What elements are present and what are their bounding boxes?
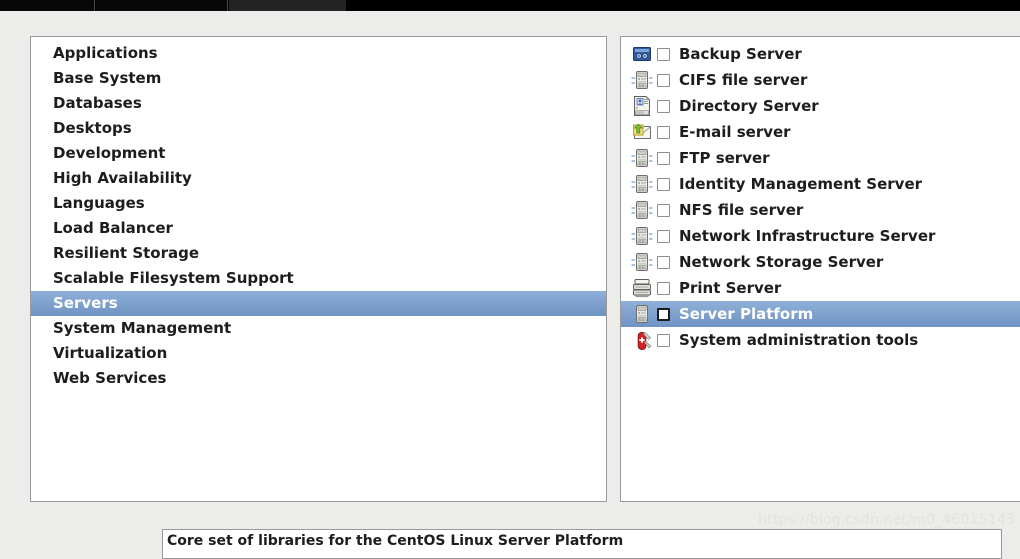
- watermark: https://blog.csdn.net/m0_46015143: [758, 512, 1016, 528]
- environment-list-item[interactable]: Languages: [31, 191, 606, 216]
- environment-list-item[interactable]: Scalable Filesystem Support: [31, 266, 606, 291]
- swiss-knife-icon: [631, 329, 653, 351]
- addon-item-label: Identity Management Server: [679, 175, 923, 193]
- addon-checkbox[interactable]: [657, 125, 670, 139]
- environment-item-label: Databases: [53, 94, 142, 112]
- environment-item-label: High Availability: [53, 169, 192, 187]
- environment-item-label: Load Balancer: [53, 219, 173, 237]
- addon-checkbox[interactable]: [657, 281, 670, 295]
- environment-item-label: System Management: [53, 319, 232, 337]
- envelope-arrow-icon: [631, 121, 653, 143]
- titlebar-segment-3: [229, 0, 346, 11]
- environment-list-item[interactable]: Desktops: [31, 116, 606, 141]
- addon-list-item[interactable]: Print Server: [621, 275, 1020, 301]
- environment-list-item[interactable]: Web Services: [31, 366, 606, 391]
- environment-list-item[interactable]: Databases: [31, 91, 606, 116]
- addon-item-label: Directory Server: [679, 97, 819, 115]
- addon-checkbox[interactable]: [657, 73, 670, 87]
- addon-item-label: NFS file server: [679, 201, 804, 219]
- addon-item-label: Server Platform: [679, 305, 814, 323]
- environment-list-item[interactable]: System Management: [31, 316, 606, 341]
- printer-icon: [631, 277, 653, 299]
- addon-item-label: Network Infrastructure Server: [679, 227, 936, 245]
- environment-item-label: Desktops: [53, 119, 132, 137]
- addon-list-item[interactable]: Backup Server: [621, 41, 1020, 67]
- addon-checkbox[interactable]: [657, 151, 670, 165]
- server-tower-icon: [631, 199, 653, 221]
- window-title-bar: [0, 0, 1020, 11]
- server-tower-icon: [631, 303, 653, 325]
- server-tower-icon: [631, 147, 653, 169]
- environment-list-item[interactable]: Servers: [31, 291, 606, 316]
- environment-list-item[interactable]: High Availability: [31, 166, 606, 191]
- description-text: Core set of libraries for the CentOS Lin…: [167, 533, 624, 549]
- addon-item-label: E-mail server: [679, 123, 791, 141]
- addon-checkbox[interactable]: [657, 333, 670, 347]
- description-box: Core set of libraries for the CentOS Lin…: [162, 529, 1002, 559]
- environment-list-item[interactable]: Applications: [31, 41, 606, 66]
- server-tower-icon: [631, 173, 653, 195]
- addon-item-label: FTP server: [679, 149, 770, 167]
- environment-panel: Applications Base System Databases Desktops…: [30, 36, 607, 502]
- environment-item-label: Development: [53, 144, 166, 162]
- addon-checkbox[interactable]: [657, 177, 670, 191]
- addon-item-label: Print Server: [679, 279, 782, 297]
- addon-checkbox[interactable]: [657, 307, 670, 321]
- environment-item-label: Servers: [53, 294, 118, 312]
- environment-list-item[interactable]: Development: [31, 141, 606, 166]
- titlebar-segment-4: [346, 0, 1020, 11]
- address-card-icon: [631, 95, 653, 117]
- environment-item-label: Scalable Filesystem Support: [53, 269, 294, 287]
- server-tower-icon: [631, 69, 653, 91]
- environment-list-item[interactable]: Load Balancer: [31, 216, 606, 241]
- server-tower-icon: [631, 251, 653, 273]
- server-tower-icon: [631, 225, 653, 247]
- titlebar-segment-2: [96, 0, 228, 11]
- addon-checkbox[interactable]: [657, 47, 670, 61]
- addon-checkbox[interactable]: [657, 255, 670, 269]
- addon-item-label: Backup Server: [679, 45, 802, 63]
- addon-checkbox[interactable]: [657, 229, 670, 243]
- addon-list-item[interactable]: Network Storage Server: [621, 249, 1020, 275]
- addon-list-item[interactable]: Directory Server: [621, 93, 1020, 119]
- addon-checkbox[interactable]: [657, 203, 670, 217]
- environment-item-label: Web Services: [53, 369, 167, 387]
- addon-list-item[interactable]: Identity Management Server: [621, 171, 1020, 197]
- titlebar-segment-1: [0, 0, 95, 11]
- environment-list-item[interactable]: Resilient Storage: [31, 241, 606, 266]
- addon-panel: Backup Server CIFS file server Directory S…: [620, 36, 1020, 502]
- addon-list-item[interactable]: Server Platform: [621, 301, 1020, 327]
- environment-list-item[interactable]: Base System: [31, 66, 606, 91]
- environment-item-label: Resilient Storage: [53, 244, 200, 262]
- environment-list[interactable]: Applications Base System Databases Desktops…: [31, 37, 606, 391]
- addon-item-label: System administration tools: [679, 331, 919, 349]
- environment-item-label: Languages: [53, 194, 145, 212]
- environment-item-label: Applications: [53, 44, 158, 62]
- addon-list-item[interactable]: System administration tools: [621, 327, 1020, 353]
- addon-list[interactable]: Backup Server CIFS file server Directory S…: [621, 37, 1020, 353]
- addon-item-label: CIFS file server: [679, 71, 808, 89]
- addon-list-item[interactable]: E-mail server: [621, 119, 1020, 145]
- addon-list-item[interactable]: CIFS file server: [621, 67, 1020, 93]
- addon-list-item[interactable]: FTP server: [621, 145, 1020, 171]
- addon-checkbox[interactable]: [657, 99, 670, 113]
- addon-item-label: Network Storage Server: [679, 253, 884, 271]
- addon-list-item[interactable]: Network Infrastructure Server: [621, 223, 1020, 249]
- environment-item-label: Base System: [53, 69, 162, 87]
- addon-list-item[interactable]: NFS file server: [621, 197, 1020, 223]
- environment-item-label: Virtualization: [53, 344, 168, 362]
- environment-list-item[interactable]: Virtualization: [31, 341, 606, 366]
- tape-drive-icon: [631, 43, 653, 65]
